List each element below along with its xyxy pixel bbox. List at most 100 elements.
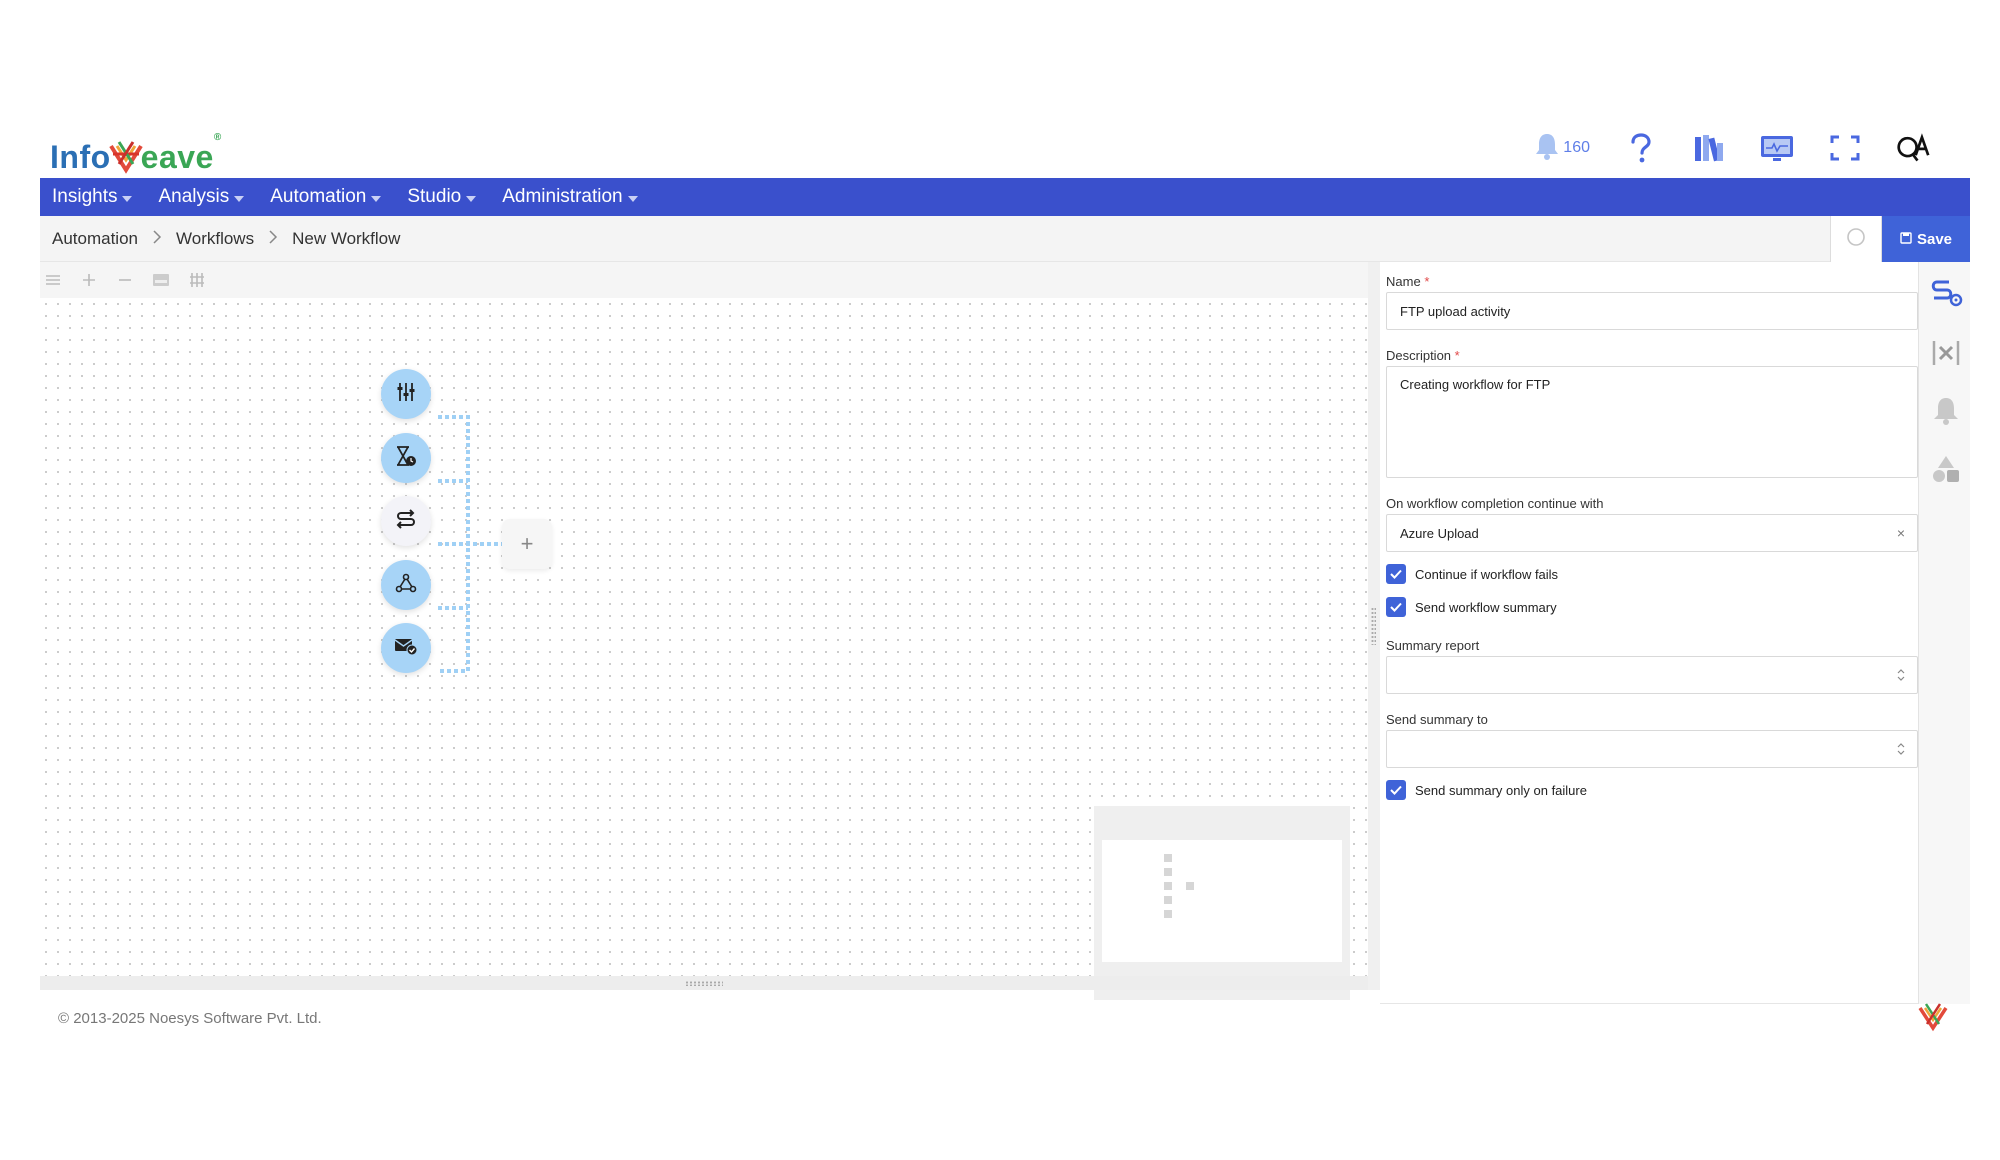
footer-logo-icon	[1918, 1002, 1948, 1032]
fullscreen-icon[interactable]	[1828, 131, 1862, 165]
minimap-viewport	[1102, 840, 1342, 962]
shapes-icon[interactable]	[1929, 452, 1963, 486]
right-icon-rail	[1918, 262, 1970, 1004]
library-icon[interactable]	[1692, 131, 1726, 165]
required-mark: *	[1454, 348, 1460, 363]
workflow-node-ftp-route[interactable]	[381, 496, 431, 546]
nav-label: Automation	[270, 186, 367, 207]
help-icon[interactable]	[1624, 131, 1658, 165]
breadcrumb-new-workflow: New Workflow	[292, 229, 401, 248]
updown-chevron-icon	[1897, 743, 1905, 755]
user-initials-icon[interactable]	[1896, 131, 1930, 165]
logo-weave-icon	[108, 140, 143, 174]
checkbox-checked-icon	[1386, 564, 1406, 584]
caret-down-icon	[627, 195, 638, 202]
header-toolbar: 160	[1534, 128, 1930, 168]
nav-automation[interactable]: Automation	[270, 186, 382, 208]
logo-text-right: eave	[140, 139, 214, 175]
grip-icon	[685, 980, 723, 986]
infoweave-logo[interactable]: Info eave ®	[50, 128, 222, 176]
workflow-canvas[interactable]: +	[40, 262, 1368, 1000]
logo-registered-mark: ®	[213, 132, 222, 143]
clock-icon	[1846, 227, 1866, 252]
logo-text-left: Info	[50, 139, 111, 175]
description-label: Description *	[1386, 348, 1460, 363]
summary-report-select[interactable]	[1386, 656, 1918, 694]
monitor-icon[interactable]	[1760, 131, 1794, 165]
required-mark: *	[1424, 274, 1430, 289]
checkbox-checked-icon	[1386, 780, 1406, 800]
name-field-value: FTP upload activity	[1400, 303, 1511, 319]
add-node-button[interactable]: +	[502, 519, 552, 569]
grip-icon	[1371, 607, 1376, 645]
workflow-node-parameters[interactable]	[381, 369, 431, 419]
minimap-nodes	[1164, 854, 1194, 918]
zoom-in-icon[interactable]	[80, 271, 98, 289]
caret-down-icon	[466, 195, 477, 202]
completion-select-value: Azure Upload	[1400, 525, 1479, 541]
breadcrumb-automation[interactable]: Automation	[52, 229, 138, 249]
checkbox-checked-icon	[1386, 597, 1406, 617]
webhook-icon	[395, 572, 417, 599]
fit-to-screen-icon[interactable]	[44, 271, 62, 289]
clear-icon[interactable]: ×	[1897, 525, 1905, 541]
send-to-select[interactable]	[1386, 730, 1918, 768]
main-nav: Insights Analysis Automation Studio Admi…	[40, 178, 1970, 216]
summary-report-label: Summary report	[1386, 638, 1480, 653]
continue-if-fails-label: Continue if workflow fails	[1415, 566, 1559, 582]
sliders-icon	[395, 381, 417, 408]
save-button-label: Save	[1916, 230, 1953, 248]
workflow-node-schedule[interactable]	[381, 433, 431, 483]
mail-check-icon	[394, 636, 418, 661]
app-header: Info eave ® 160	[40, 120, 1970, 178]
canvas-minimap[interactable]	[1094, 806, 1350, 1000]
name-label-text: Name	[1386, 274, 1421, 289]
floppy-disk-icon	[1900, 231, 1912, 248]
canvas-resize-handle[interactable]	[40, 976, 1368, 990]
caret-down-icon	[122, 195, 133, 202]
bell-icon	[1534, 132, 1560, 165]
caret-down-icon	[234, 195, 245, 202]
workflow-properties-panel: Name * FTP upload activity Description *…	[1380, 262, 1918, 1004]
send-summary-checkbox[interactable]: Send workflow summary	[1386, 597, 1557, 617]
nav-administration[interactable]: Administration	[502, 186, 638, 208]
canvas-toolbar	[40, 262, 1368, 298]
nav-insights[interactable]: Insights	[52, 186, 133, 208]
nav-studio[interactable]: Studio	[407, 186, 477, 208]
nav-label: Administration	[502, 186, 623, 207]
notifications-button[interactable]: 160	[1534, 132, 1590, 165]
workflow-node-email[interactable]	[381, 623, 431, 673]
description-field[interactable]: Creating workflow for FTP	[1386, 366, 1918, 478]
workflow-settings-icon[interactable]	[1929, 276, 1963, 310]
panel-splitter[interactable]	[1368, 262, 1380, 990]
nav-label: Analysis	[158, 186, 230, 207]
send-to-label: Send summary to	[1386, 712, 1488, 727]
failure-only-checkbox[interactable]: Send summary only on failure	[1386, 780, 1587, 800]
nav-label: Studio	[407, 186, 462, 207]
failure-only-label: Send summary only on failure	[1415, 782, 1587, 798]
canvas-grid[interactable]: +	[40, 298, 1368, 1000]
completion-select[interactable]: Azure Upload ×	[1386, 514, 1918, 552]
send-summary-label: Send workflow summary	[1415, 599, 1557, 615]
auto-layout-icon[interactable]	[188, 271, 206, 289]
description-field-value: Creating workflow for FTP	[1400, 377, 1551, 392]
zoom-out-icon[interactable]	[116, 271, 134, 289]
continue-if-fails-checkbox[interactable]: Continue if workflow fails	[1386, 564, 1558, 584]
workflow-node-webhook[interactable]	[381, 560, 431, 610]
variables-icon[interactable]	[1929, 336, 1963, 370]
name-field[interactable]: FTP upload activity	[1386, 292, 1918, 330]
breadcrumb: Automation Workflows New Workflow	[52, 216, 400, 262]
history-button[interactable]	[1830, 216, 1882, 262]
route-icon	[394, 508, 418, 535]
updown-chevron-icon	[1897, 669, 1905, 681]
chevron-right-icon	[268, 229, 278, 249]
notification-count: 160	[1563, 139, 1590, 156]
chevron-right-icon	[152, 229, 162, 249]
notification-icon[interactable]	[1929, 394, 1963, 428]
nav-label: Insights	[52, 186, 118, 207]
nav-analysis[interactable]: Analysis	[158, 186, 245, 208]
minimap-toggle-icon[interactable]	[152, 271, 170, 289]
description-label-text: Description	[1386, 348, 1452, 363]
save-button[interactable]: Save	[1882, 216, 1970, 262]
breadcrumb-workflows[interactable]: Workflows	[176, 229, 254, 249]
